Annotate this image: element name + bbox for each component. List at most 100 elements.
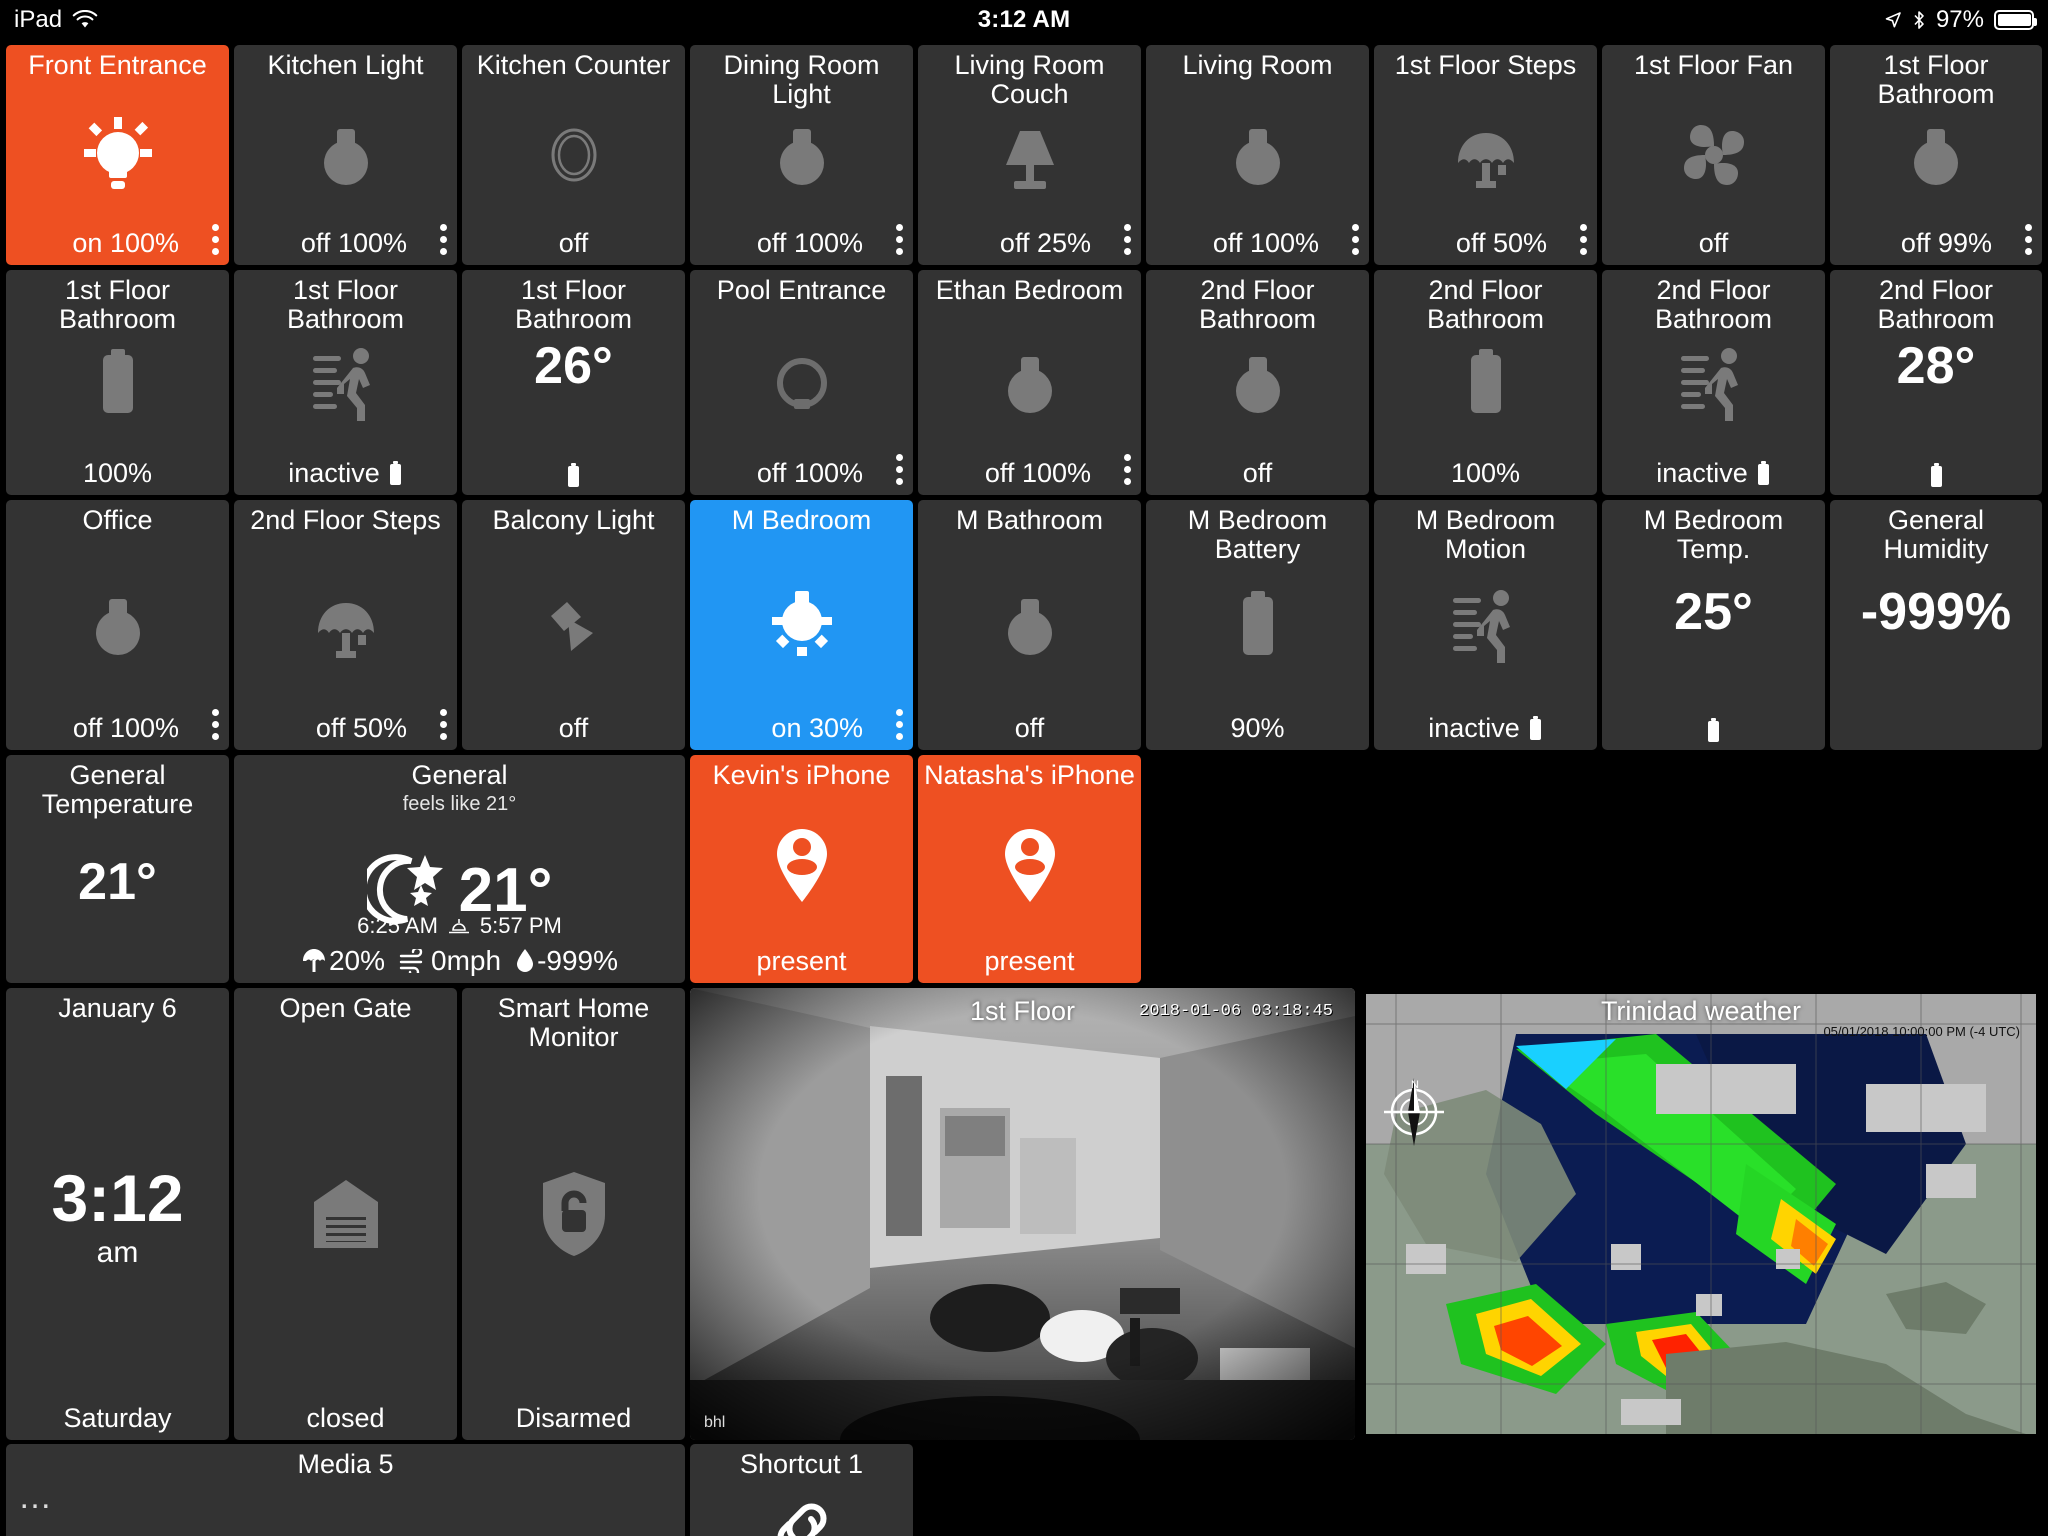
tile-2nd-floor-steps[interactable]: 2nd Floor Steps off 50%	[234, 500, 457, 750]
radar-title: Trinidad weather	[1600, 996, 1802, 1026]
tile-living-room-couch[interactable]: Living Room Couch off 25%	[918, 45, 1141, 265]
tile-m-bedroom-motion[interactable]: M Bedroom Motion inactive	[1374, 500, 1597, 750]
tile-status	[470, 463, 677, 489]
tile-front-entrance[interactable]: Front Entrance on 100%	[6, 45, 229, 265]
tile-1st-floor-bathroom-light[interactable]: 1st Floor Bathroom off 99%	[1830, 45, 2042, 265]
radar-map-image: N	[1366, 994, 2036, 1434]
tile-m-bedroom[interactable]: M Bedroom on 30%	[690, 500, 913, 750]
radar-timestamp: 05/01/2018 10:00:00 PM (-4 UTC)	[1823, 1024, 2020, 1039]
weather-humidity: -999%	[515, 945, 618, 977]
tile-status: off 100%	[1212, 228, 1319, 258]
tile-media-5[interactable]: Media 5 …	[6, 1444, 685, 1536]
tile-menu-button[interactable]	[440, 709, 447, 740]
sunset-label: 5:57 PM	[479, 913, 562, 938]
tile-balcony-light[interactable]: Balcony Light off	[462, 500, 685, 750]
tile-shortcut-1[interactable]: Shortcut 1	[690, 1444, 913, 1536]
tile-title: Balcony Light	[492, 505, 655, 535]
tile-title: Natasha's iPhone	[924, 760, 1135, 790]
tile-title: Ethan Bedroom	[935, 275, 1124, 305]
tile-status: off 25%	[999, 228, 1091, 258]
tile-general-humidity[interactable]: General Humidity -999%	[1830, 500, 2042, 750]
tile-kevins-iphone[interactable]: Kevin's iPhone present	[690, 755, 913, 983]
tile-status: off 50%	[1455, 228, 1547, 258]
tile-status: closed	[306, 1403, 385, 1433]
tile-1st-floor-bathroom-battery[interactable]: 1st Floor Bathroom 100%	[6, 270, 229, 495]
tile-m-bedroom-temp[interactable]: M Bedroom Temp. 25°	[1602, 500, 1825, 750]
tile-title: Open Gate	[279, 993, 412, 1023]
tile-menu-button[interactable]	[212, 709, 219, 740]
tile-menu-button[interactable]	[440, 224, 447, 255]
tile-title: M Bedroom Battery	[1187, 505, 1328, 564]
tile-status-label: inactive	[288, 458, 380, 488]
tile-1st-floor-steps[interactable]: 1st Floor Steps off 50%	[1374, 45, 1597, 265]
tile-ethan-bedroom[interactable]: Ethan Bedroom off 100%	[918, 270, 1141, 495]
weather-precip: 20%	[301, 945, 385, 977]
tile-menu-button[interactable]	[1580, 224, 1587, 255]
tile-status: off 50%	[315, 713, 407, 743]
tile-menu-button[interactable]	[1124, 224, 1131, 255]
tile-1st-floor-bathroom-motion[interactable]: 1st Floor Bathroom inactive	[234, 270, 457, 495]
tile-m-bedroom-battery[interactable]: M Bedroom Battery 90%	[1146, 500, 1369, 750]
tile-general-temperature[interactable]: General Temperature 21°	[6, 755, 229, 983]
tile-title: Front Entrance	[28, 50, 207, 80]
tile-menu-button[interactable]	[2025, 224, 2032, 255]
precip-value: 20%	[328, 945, 386, 976]
tile-status: off	[1242, 458, 1273, 488]
tile-menu-button[interactable]	[1352, 224, 1359, 255]
humidity-drop-icon	[515, 948, 535, 974]
battery-badge-icon	[1528, 715, 1543, 742]
tile-title: 1st Floor Bathroom	[58, 275, 177, 334]
tile-title: Smart Home Monitor	[497, 993, 650, 1052]
tile-title: Kitchen Light	[267, 50, 424, 80]
tile-status: off 100%	[756, 458, 863, 488]
tile-radar-trinidad[interactable]: N Trinidad weather 05/01/2018 10:00:00 P…	[1360, 988, 2042, 1440]
tile-title: 2nd Floor Steps	[250, 505, 441, 535]
status-bar: iPad 3:12 AM 97%	[0, 0, 2048, 40]
tile-2nd-floor-bathroom-motion[interactable]: 2nd Floor Bathroom inactive	[1602, 270, 1825, 495]
tile-menu-button[interactable]	[896, 224, 903, 255]
tile-natashas-iphone[interactable]: Natasha's iPhone present	[918, 755, 1141, 983]
tile-title: Living Room	[1182, 50, 1333, 80]
tile-living-room[interactable]: Living Room off 100%	[1146, 45, 1369, 265]
tile-kitchen-light[interactable]: Kitchen Light off 100%	[234, 45, 457, 265]
battery-percent-label: 97%	[1935, 6, 1984, 33]
clock-date: January 6	[58, 993, 177, 1023]
tile-m-bathroom[interactable]: M Bathroom off	[918, 500, 1141, 750]
tile-menu-button[interactable]	[1124, 454, 1131, 485]
tile-dining-room-light[interactable]: Dining Room Light off 100%	[690, 45, 913, 265]
clock-weekday: Saturday	[63, 1403, 172, 1433]
tile-general-weather[interactable]: General feels like 21° 21° 6:25 AM 5:57 …	[234, 755, 685, 983]
tile-status: off 100%	[72, 713, 179, 743]
sunset-icon	[448, 918, 470, 934]
tile-open-gate[interactable]: Open Gate closed	[234, 988, 457, 1440]
tile-2nd-floor-bathroom-temp[interactable]: 2nd Floor Bathroom 28°	[1830, 270, 2042, 495]
tile-1st-floor-fan[interactable]: 1st Floor Fan off	[1602, 45, 1825, 265]
weather-sun-times: 6:25 AM 5:57 PM	[234, 913, 685, 939]
ellipsis-icon[interactable]: …	[18, 1480, 55, 1514]
battery-badge-icon	[1929, 463, 1944, 489]
tile-status: off 100%	[756, 228, 863, 258]
camera-timestamp: 2018-01-06 03:18:45	[1139, 1002, 1333, 1021]
tile-1st-floor-bathroom-temp[interactable]: 1st Floor Bathroom 26°	[462, 270, 685, 495]
tile-2nd-floor-bathroom-light[interactable]: 2nd Floor Bathroom off	[1146, 270, 1369, 495]
status-bar-time: 3:12 AM	[977, 6, 1071, 33]
tile-clock[interactable]: January 6 3:12 am Saturday	[6, 988, 229, 1440]
tile-2nd-floor-bathroom-battery[interactable]: 2nd Floor Bathroom 100%	[1374, 270, 1597, 495]
tile-status-label: inactive	[1656, 458, 1748, 488]
tile-menu-button[interactable]	[212, 224, 219, 255]
tile-camera-1st-floor[interactable]: 1st Floor 2018-01-06 03:18:45 bhl	[690, 988, 1355, 1440]
tile-menu-button[interactable]	[896, 454, 903, 485]
tile-kitchen-counter[interactable]: Kitchen Counter off	[462, 45, 685, 265]
tile-menu-button[interactable]	[896, 709, 903, 740]
tile-title: Kitchen Counter	[476, 50, 671, 80]
tile-title: Office	[82, 505, 153, 535]
tile-pool-entrance[interactable]: Pool Entrance off 100%	[690, 270, 913, 495]
link-chain-icon	[690, 1484, 913, 1536]
humidity-value: -999%	[537, 945, 619, 976]
tile-status: inactive	[242, 458, 449, 489]
tile-office[interactable]: Office off 100%	[6, 500, 229, 750]
camera-feed-image	[690, 988, 1355, 1440]
tile-smart-home-monitor[interactable]: Smart Home Monitor Disarmed	[462, 988, 685, 1440]
tile-status: off	[1698, 228, 1729, 258]
tile-status: off 99%	[1900, 228, 1992, 258]
